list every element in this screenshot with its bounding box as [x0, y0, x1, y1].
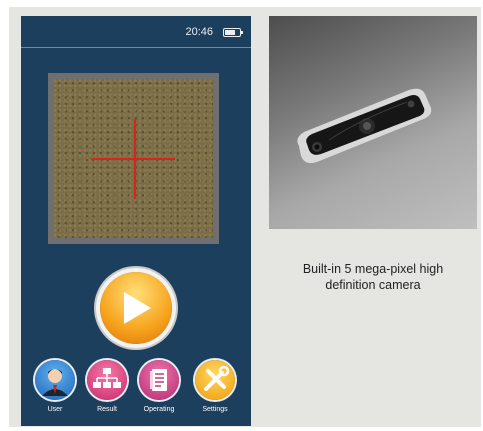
nav-result-label: Result: [97, 406, 117, 413]
camera-lens-image: [297, 88, 432, 164]
nav-result[interactable]: Result: [83, 360, 131, 413]
caption-line-1: Built-in 5 mega-pixel high: [302, 262, 444, 276]
status-time: 20:46: [185, 26, 213, 38]
play-button[interactable]: [100, 272, 172, 344]
phone-screen: 20:46 User Result Operating Settings: [21, 16, 251, 426]
nav-settings-label: Settings: [202, 406, 228, 413]
caption: Built-in 5 mega-pixel high definition ca…: [269, 261, 477, 293]
bottom-nav: User Result Operating Settings: [21, 360, 251, 426]
caption-line-2: definition camera: [325, 278, 421, 292]
camera-preview: [48, 73, 219, 244]
nav-user-label: User: [47, 406, 63, 413]
result-icon: [87, 360, 127, 400]
operating-icon: [139, 360, 179, 400]
nav-settings[interactable]: Settings: [191, 360, 239, 413]
sample-image: [54, 79, 213, 238]
status-bar: 20:46: [21, 16, 251, 46]
camera-photo: [269, 16, 477, 229]
settings-icon: [195, 360, 235, 400]
nav-operating[interactable]: Operating: [135, 360, 183, 413]
status-divider: [21, 47, 251, 48]
crosshair-vertical: [134, 119, 136, 199]
nav-user[interactable]: User: [31, 360, 79, 413]
battery-icon: [223, 28, 243, 37]
nav-operating-label: Operating: [143, 406, 175, 413]
play-icon: [124, 292, 151, 324]
crosshair-horizontal: [91, 158, 175, 160]
user-icon: [35, 360, 75, 400]
